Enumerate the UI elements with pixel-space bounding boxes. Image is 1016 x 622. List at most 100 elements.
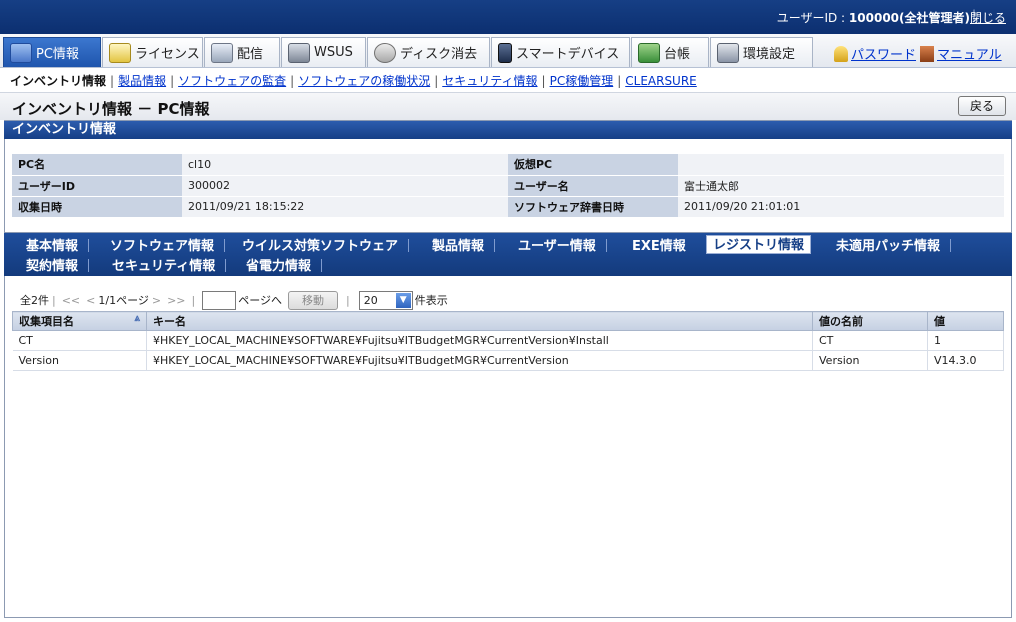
table-row[interactable]: Version ¥HKEY_LOCAL_MACHINE¥SOFTWARE¥Fuj… <box>12 350 1004 371</box>
tab-exe-info[interactable]: EXE情報 <box>626 237 692 256</box>
column-header-value[interactable]: 値 <box>927 311 1004 331</box>
tab-label: 製品情報 <box>432 239 485 254</box>
tab-label: ディスク消去 <box>400 47 478 62</box>
password-link[interactable]: パスワード <box>851 48 916 63</box>
info-value: cl10 <box>182 154 508 176</box>
tab-product-info[interactable]: 製品情報 <box>426 237 501 256</box>
info-value: 2011/09/20 21:01:01 <box>678 196 1004 218</box>
close-link[interactable]: 閉じる <box>970 9 1006 26</box>
cell: Version <box>12 350 147 371</box>
tab-label: 省電力情報 <box>246 259 312 274</box>
cell: 1 <box>927 330 1004 351</box>
column-header-item-name[interactable]: 収集項目名 ⩓ <box>12 311 147 331</box>
tab-label: 未適用パッチ情報 <box>836 239 941 254</box>
back-button[interactable]: 戻る <box>958 96 1006 116</box>
column-header-value-name[interactable]: 値の名前 <box>812 311 928 331</box>
info-value: 富士通太郎 <box>678 175 1004 197</box>
subnav-pc-operation[interactable]: PC稼働管理 <box>550 74 614 88</box>
section-header: インベントリ情報 <box>4 121 1012 139</box>
ledger-icon <box>638 42 660 63</box>
user-id-value: 100000(全社管理者) <box>848 11 970 25</box>
sub-navigation: インベントリ情報 | 製品情報 | ソフトウェアの監査 | ソフトウェアの稼働状況 | セキュリ… <box>0 68 1016 92</box>
tab-label: EXE情報 <box>632 239 686 254</box>
tab-label: PC情報 <box>36 47 79 62</box>
subnav-clearsure[interactable]: CLEARSURE <box>625 74 697 88</box>
distribute-icon <box>211 42 233 63</box>
main-tab-bar: PC情報 ライセンス 配信 WSUS ディスク消去 スマートデバイス 台帳 環境… <box>0 34 1016 68</box>
cell: Version <box>812 350 928 371</box>
tab-unapplied-patch[interactable]: 未適用パッチ情報 <box>830 237 957 256</box>
page-title: インベントリ情報 － PC情報 <box>12 100 210 118</box>
tab-antivirus[interactable]: ウイルス対策ソフトウェア <box>236 237 415 256</box>
user-id-prefix: ユーザーID : <box>776 11 849 25</box>
tab-smart-device[interactable]: スマートデバイス <box>491 37 630 67</box>
tab-settings[interactable]: 環境設定 <box>710 37 813 67</box>
first-page-icon[interactable]: << <box>62 294 80 307</box>
tab-label: ユーザー情報 <box>518 239 596 254</box>
tab-divider <box>950 239 952 252</box>
tab-registry-info[interactable]: レジストリ情報 <box>706 235 812 254</box>
settings-icon <box>717 42 739 63</box>
smart-device-icon <box>498 42 512 63</box>
last-page-icon[interactable]: >> <box>167 294 185 307</box>
pc-icon <box>10 42 32 63</box>
page-size-value: 20 <box>363 293 378 307</box>
info-value: 300002 <box>182 175 508 197</box>
tab-label: 台帳 <box>664 47 691 62</box>
tab-label: 契約情報 <box>26 259 79 274</box>
tab-contract-info[interactable]: 契約情報 <box>20 257 95 276</box>
tab-license[interactable]: ライセンス <box>102 37 203 67</box>
tab-power-saving[interactable]: 省電力情報 <box>240 257 328 276</box>
subnav-software-usage[interactable]: ソフトウェアの稼働状況 <box>298 74 430 88</box>
tab-distribute[interactable]: 配信 <box>204 37 280 67</box>
tab-ledger[interactable]: 台帳 <box>631 37 709 67</box>
info-value: 2011/09/21 18:15:22 <box>182 196 508 218</box>
password-link-group: パスワード <box>834 44 916 63</box>
tab-security-info[interactable]: セキュリティ情報 <box>106 257 232 276</box>
move-button[interactable]: 移動 <box>288 290 339 310</box>
info-label: 仮想PC <box>508 154 678 176</box>
top-bar: ユーザーID : 100000(全社管理者) | 閉じる <box>0 0 1016 34</box>
tab-disk-erase[interactable]: ディスク消去 <box>367 37 490 67</box>
subnav-divider: | <box>541 74 546 88</box>
detail-tab-bar: 基本情報 ソフトウェア情報 ウイルス対策ソフトウェア 製品情報 ユーザー情報 E… <box>4 232 1012 276</box>
subnav-divider: | <box>617 74 622 88</box>
tab-wsus[interactable]: WSUS <box>281 37 366 67</box>
info-value <box>678 154 1004 176</box>
page-size-select[interactable]: 20 ▼ <box>358 290 413 310</box>
manual-link[interactable]: マニュアル <box>937 48 1002 63</box>
info-row: ユーザーID 300002 ユーザー名 富士通太郎 <box>12 175 1004 197</box>
column-header-key-name[interactable]: キー名 <box>146 311 813 331</box>
subnav-security-info[interactable]: セキュリティ情報 <box>442 74 537 88</box>
prev-page-icon[interactable]: < <box>86 294 95 307</box>
tab-basic-info[interactable]: 基本情報 <box>20 237 95 256</box>
tab-divider <box>88 239 90 252</box>
tab-divider <box>494 239 496 252</box>
subnav-current: インベントリ情報 <box>10 74 107 88</box>
next-page-icon[interactable]: > <box>152 294 161 307</box>
subnav-divider: | <box>170 74 175 88</box>
subnav-divider: | <box>110 74 115 88</box>
key-icon <box>834 46 848 62</box>
wsus-icon <box>288 42 310 63</box>
tab-divider <box>224 239 226 252</box>
pager-divider: | <box>52 293 56 307</box>
page-number-input[interactable] <box>202 290 237 310</box>
tab-label: 基本情報 <box>26 239 79 254</box>
tab-label: セキュリティ情報 <box>112 259 216 274</box>
tab-label: ソフトウェア情報 <box>110 239 215 254</box>
subnav-product-info[interactable]: 製品情報 <box>118 74 166 88</box>
tab-software-info[interactable]: ソフトウェア情報 <box>104 237 231 256</box>
chevron-down-icon: ▼ <box>395 292 411 308</box>
subnav-divider: | <box>290 74 295 88</box>
cell: ¥HKEY_LOCAL_MACHINE¥SOFTWARE¥Fujitsu¥ITB… <box>146 330 813 351</box>
tab-pc-info[interactable]: PC情報 <box>3 37 101 67</box>
page-size-suffix: 件表示 <box>414 294 448 307</box>
sort-icon: ⩓ <box>134 313 140 324</box>
subnav-software-audit[interactable]: ソフトウェアの監査 <box>178 74 286 88</box>
disk-erase-icon <box>374 42 396 63</box>
tab-user-info[interactable]: ユーザー情報 <box>512 237 613 256</box>
table-row[interactable]: CT ¥HKEY_LOCAL_MACHINE¥SOFTWARE¥Fujitsu¥… <box>12 330 1004 351</box>
license-icon <box>109 42 131 63</box>
page-info: 1/1ページ <box>98 294 149 307</box>
